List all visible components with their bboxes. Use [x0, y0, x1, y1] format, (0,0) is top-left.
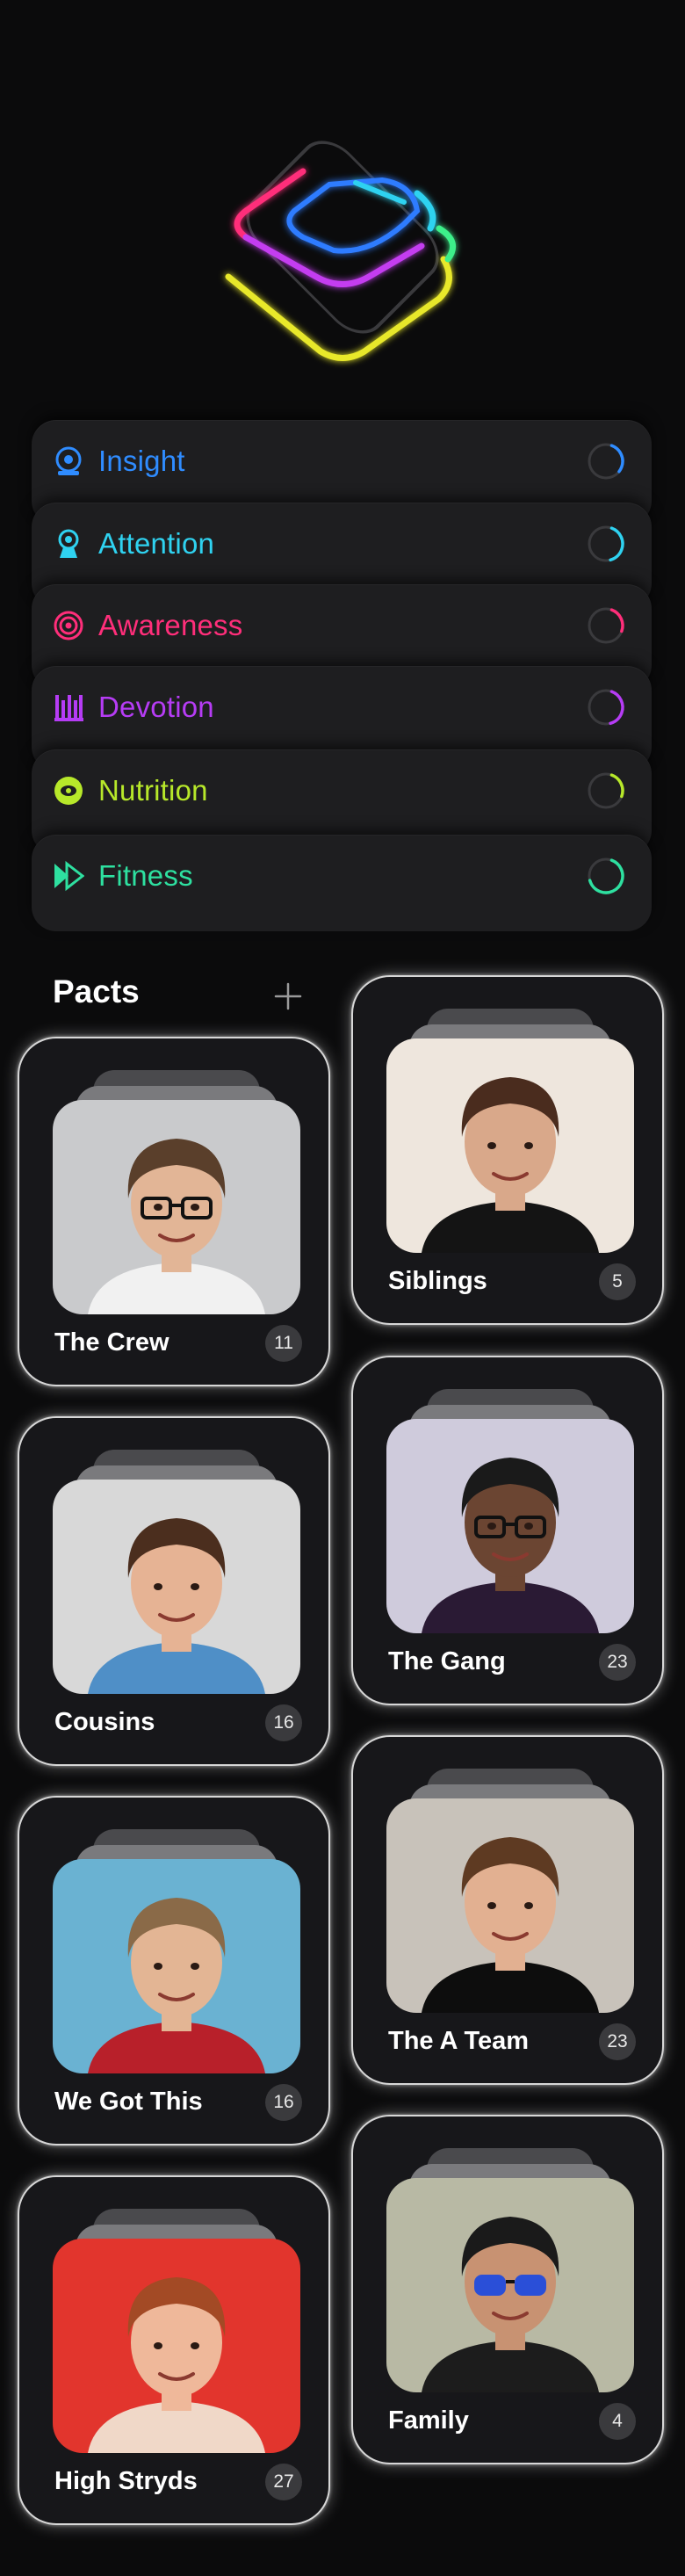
member-count-badge: 11	[265, 1325, 302, 1362]
pact-name: The Gang	[388, 1647, 506, 1675]
pacts-title: Pacts	[53, 973, 140, 1009]
member-count-badge: 4	[599, 2403, 636, 2440]
member-count-badge: 16	[265, 2084, 302, 2121]
fitness-icon	[54, 860, 84, 892]
pact-photo	[53, 2239, 300, 2453]
pillar-label: Attention	[98, 527, 215, 560]
pillar-label: Insight	[98, 445, 185, 477]
member-count-badge: 27	[265, 2464, 302, 2500]
pact-photo	[386, 1798, 634, 2013]
pact-photo	[386, 1419, 634, 1633]
pillar-label: Awareness	[98, 609, 243, 641]
pact-photo	[53, 1859, 300, 2073]
pact-name: High Stryds	[54, 2467, 198, 2495]
pillar-label: Devotion	[98, 691, 214, 723]
pact-card[interactable]: High Stryds 27	[18, 2175, 330, 2525]
progress-ring	[588, 772, 624, 809]
member-count-badge: 5	[599, 1263, 636, 1300]
pact-card[interactable]: Family 4	[351, 2115, 664, 2464]
pillar-label: Nutrition	[98, 774, 208, 807]
pact-photo	[53, 1100, 300, 1314]
pact-card[interactable]: Cousins 16	[18, 1416, 330, 1766]
devotion-icon	[54, 695, 83, 721]
pillar-label: Fitness	[98, 859, 193, 892]
pact-photo	[53, 1480, 300, 1694]
pillar-fitness[interactable]: Fitness	[32, 835, 652, 931]
nutrition-icon	[54, 777, 83, 805]
pact-name: The Crew	[54, 1328, 169, 1357]
progress-ring	[588, 443, 624, 480]
pact-card[interactable]: The A Team 23	[351, 1735, 664, 2085]
progress-ring	[588, 607, 624, 644]
app-logo	[225, 141, 457, 361]
pact-card[interactable]: The Crew 11	[18, 1037, 330, 1386]
pact-name: The A Team	[388, 2027, 530, 2055]
pact-card[interactable]: The Gang 23	[351, 1356, 664, 1705]
pact-name: Cousins	[54, 1708, 155, 1736]
plus-icon[interactable]	[272, 980, 304, 1012]
awareness-icon	[54, 611, 83, 640]
pact-name: We Got This	[54, 2088, 203, 2116]
member-count-badge: 23	[599, 2023, 636, 2060]
pact-card[interactable]: Siblings 5	[351, 975, 664, 1325]
pact-photo	[386, 2178, 634, 2392]
pact-card[interactable]: We Got This 16	[18, 1796, 330, 2145]
pact-photo	[386, 1038, 634, 1253]
member-count-badge: 23	[599, 1644, 636, 1681]
insight-icon	[55, 446, 82, 475]
member-count-badge: 16	[265, 1704, 302, 1741]
attention-icon	[58, 529, 79, 558]
pact-name: Family	[388, 2406, 469, 2435]
progress-ring	[588, 689, 624, 726]
progress-ring	[588, 857, 624, 894]
progress-ring	[588, 525, 624, 562]
pact-name: Siblings	[388, 1267, 487, 1295]
